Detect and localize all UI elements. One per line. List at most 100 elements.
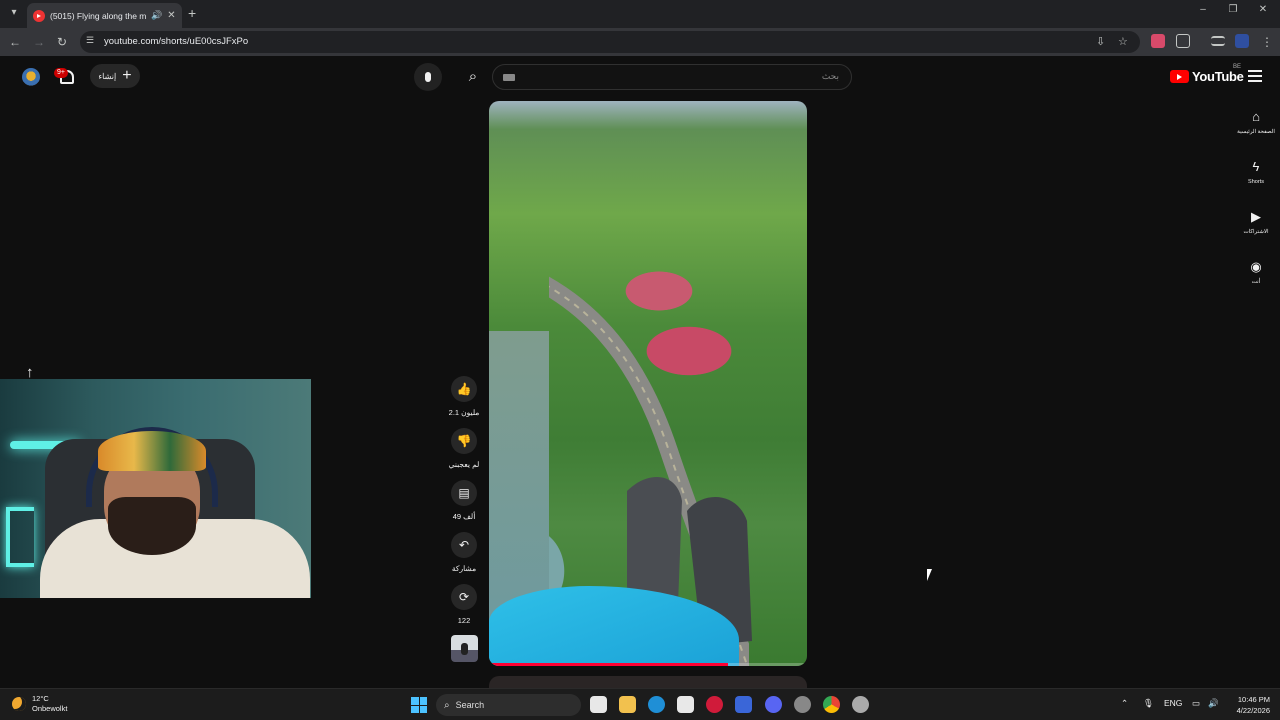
account-avatar[interactable] [22, 68, 40, 86]
shorts-icon: ϟ [1252, 159, 1260, 174]
guide-label: أنت [1251, 279, 1261, 285]
chrome-icon[interactable] [823, 696, 840, 713]
discord-icon[interactable] [765, 696, 782, 713]
close-tab-icon[interactable]: ✕ [167, 10, 175, 21]
browser-menu-icon[interactable]: ⋮ [1258, 33, 1276, 51]
share-label: مشاركة [451, 564, 477, 573]
dislike-action[interactable]: 👎 لم يعجبني [448, 428, 480, 480]
new-tab-button[interactable]: + [188, 5, 196, 21]
browser-toolbar: ← → ↻ ☰ youtube.com/shorts/uE00csJFxPo ⇩… [0, 28, 1280, 56]
comment-icon[interactable]: ▤ [451, 480, 477, 506]
minimize-icon[interactable]: – [1196, 4, 1210, 15]
reload-icon[interactable]: ↻ [53, 33, 71, 51]
volume-icon[interactable]: 🔊 [1208, 698, 1219, 709]
share-icon[interactable]: ↶ [451, 532, 477, 558]
shorts-video-player[interactable] [489, 101, 807, 666]
search-input[interactable]: بحث [492, 64, 852, 90]
youtube-favicon-icon [33, 9, 45, 22]
guide-label: Shorts [1248, 179, 1264, 185]
back-icon[interactable]: ← [6, 33, 24, 51]
weather-widget[interactable]: 12°C Onbewolkt [12, 694, 67, 714]
thumbs-up-icon[interactable]: 👍 [451, 376, 477, 402]
bookmark-star-icon[interactable]: ☆ [1118, 35, 1128, 48]
keyboard-icon[interactable] [503, 74, 515, 81]
moon-icon [12, 697, 26, 711]
extension-icon[interactable] [1151, 34, 1165, 48]
create-label: إنشاء [98, 71, 117, 81]
guide-menu-icon[interactable] [1248, 70, 1262, 82]
restore-icon[interactable]: ❐ [1226, 4, 1240, 15]
remix-icon[interactable]: ⟳ [451, 584, 477, 610]
profile-icon[interactable] [1235, 34, 1249, 48]
youtube-header: 9+ إنشاء + ⌕ بحث YouTube BE [0, 56, 1280, 100]
language-indicator[interactable]: ENG [1164, 698, 1182, 708]
home-icon: ⌂ [1252, 109, 1260, 124]
steam-icon[interactable] [794, 696, 811, 713]
webcam-overlay [0, 379, 311, 598]
video-progress-fill [489, 663, 728, 666]
windows-start-icon[interactable] [411, 697, 427, 713]
remix-count: 122 [457, 616, 471, 625]
browser-tab-active[interactable]: (5015) Flying along the mo 🔊 ✕ [27, 3, 182, 28]
plus-icon: + [122, 67, 132, 84]
settings-gear-icon[interactable] [852, 696, 869, 713]
windows-taskbar: 12°C Onbewolkt ⌕ Search ⌃ 🎙 ENG ▭ 🔊 10:4… [0, 688, 1280, 720]
like-count: 2.1 مليون [448, 408, 480, 417]
search-icon: ⌕ [444, 699, 450, 711]
search-placeholder: بحث [821, 71, 839, 81]
microsoft-store-icon[interactable] [677, 696, 694, 713]
remix-action[interactable]: ⟳ 122 [448, 584, 480, 636]
shorts-actions: 👍 2.1 مليون 👎 لم يعجبني ▤ 49 ألف ↶ مشارك… [448, 376, 480, 636]
clock-date: 4/22/2026 [1236, 706, 1270, 715]
guide-item-home[interactable]: ⌂ الصفحة الرئيسية [1234, 104, 1278, 154]
video-progress-bar[interactable] [489, 663, 807, 666]
like-action[interactable]: 👍 2.1 مليون [448, 376, 480, 428]
notification-badge: 9+ [54, 68, 68, 78]
forward-icon[interactable]: → [30, 33, 48, 51]
youtube-logo[interactable]: YouTube BE [1170, 64, 1244, 84]
person-cap [98, 431, 206, 471]
clock[interactable]: 10:46 PM 4/22/2026 [1226, 694, 1270, 716]
extensions-puzzle-icon[interactable] [1176, 34, 1190, 48]
clock-time: 10:46 PM [1237, 695, 1270, 704]
youtube-play-icon [1170, 70, 1189, 83]
subscriptions-icon: ▶ [1251, 209, 1261, 224]
region-code: BE [1233, 64, 1242, 70]
edge-icon[interactable] [648, 696, 665, 713]
tab-title: (5015) Flying along the mo [50, 10, 146, 21]
you-icon: ◉ [1250, 259, 1262, 274]
opera-icon[interactable] [706, 696, 723, 713]
install-app-icon[interactable]: ⇩ [1096, 35, 1105, 48]
share-action[interactable]: ↶ مشاركة [448, 532, 480, 584]
search-icon[interactable]: ⌕ [458, 64, 488, 90]
guide-label: الصفحة الرئيسية [1237, 129, 1275, 135]
guide-item-shorts[interactable]: ϟ Shorts [1234, 154, 1278, 204]
app-icon[interactable] [735, 696, 752, 713]
close-window-icon[interactable]: ✕ [1256, 4, 1270, 15]
address-bar[interactable]: ☰ youtube.com/shorts/uE00csJFxPo ⇩ ☆ [80, 31, 1140, 53]
tab-search-chevron-icon[interactable]: ▾ [6, 5, 22, 21]
thumbs-down-icon[interactable]: 👎 [451, 428, 477, 454]
reading-list-icon[interactable] [1211, 36, 1225, 46]
taskbar-search[interactable]: ⌕ Search [436, 694, 581, 716]
guide-item-you[interactable]: ◉ أنت [1234, 254, 1278, 304]
guide-item-subscriptions[interactable]: ▶ الاشتراكات [1234, 204, 1278, 254]
comment-count: 49 ألف [452, 512, 476, 521]
mouse-cursor-icon [927, 569, 937, 581]
site-info-icon[interactable]: ☰ [86, 35, 94, 46]
comments-action[interactable]: ▤ 49 ألف [448, 480, 480, 532]
speaker-icon[interactable]: 🔊 [151, 10, 162, 21]
weather-condition: Onbewolkt [32, 704, 68, 713]
file-explorer-icon[interactable] [619, 696, 636, 713]
show-hidden-icons-icon[interactable]: ⌃ [1121, 698, 1128, 709]
url-text: youtube.com/shorts/uE00csJFxPo [104, 36, 249, 47]
task-view-icon[interactable] [590, 696, 607, 713]
guide-label: الاشتراكات [1243, 229, 1269, 235]
taskbar-search-label: Search [455, 700, 485, 710]
network-icon[interactable]: ▭ [1192, 698, 1200, 709]
create-button[interactable]: إنشاء + [90, 64, 140, 88]
neon-light [6, 507, 34, 567]
microphone-icon[interactable]: 🎙 [1143, 698, 1154, 709]
voice-search-mic-icon[interactable] [414, 63, 442, 91]
sound-thumbnail[interactable] [451, 635, 478, 662]
